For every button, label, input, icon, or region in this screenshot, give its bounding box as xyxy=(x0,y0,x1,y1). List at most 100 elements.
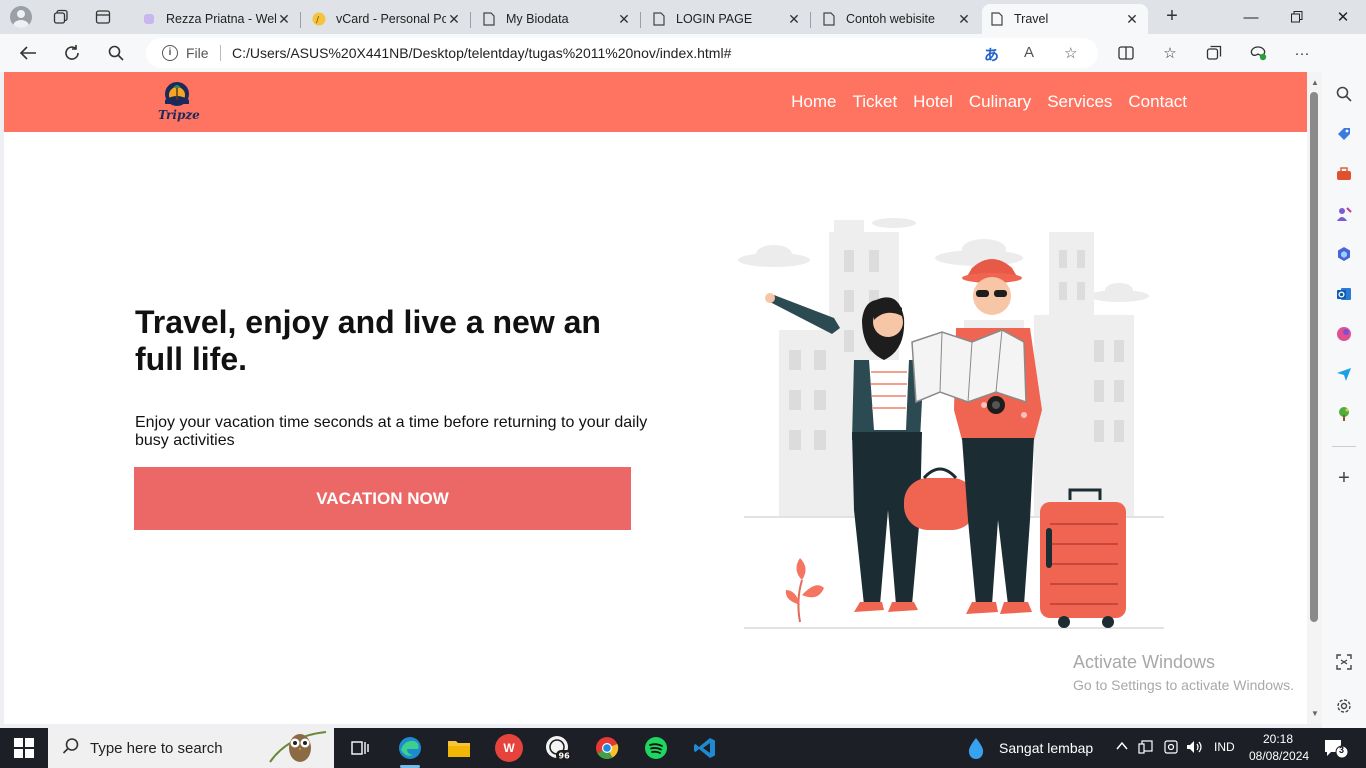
divider xyxy=(220,45,221,61)
document-icon xyxy=(652,12,666,26)
spotify-icon[interactable] xyxy=(642,734,670,762)
profile-avatar-icon[interactable] xyxy=(10,6,32,28)
tab-travel[interactable]: Travel ✕ xyxy=(982,4,1148,34)
tab-contoh-website[interactable]: Contoh webisite ✕ xyxy=(814,4,980,34)
nav-services[interactable]: Services xyxy=(1047,92,1112,112)
refresh-icon[interactable] xyxy=(58,40,86,66)
browser-essentials-icon[interactable] xyxy=(1246,42,1270,64)
edge-browser-icon[interactable] xyxy=(396,734,424,762)
sidebar-settings-gear-icon[interactable] xyxy=(1334,696,1354,716)
tab-title: My Biodata xyxy=(506,12,569,26)
owl-search-highlight-icon xyxy=(268,726,328,768)
tab-rezza-priatna[interactable]: Rezza Priatna - Web ✕ xyxy=(134,4,301,34)
svg-text:Tripzee: Tripzee xyxy=(158,108,200,122)
notifications-icon[interactable] xyxy=(1324,738,1349,761)
sidebar-search-icon[interactable] xyxy=(1334,84,1354,104)
site-navbar: Tripzee Home Ticket Hotel Culinary Servi… xyxy=(4,72,1307,132)
clock-date[interactable]: 08/08/2024 xyxy=(1249,749,1309,763)
nav-home[interactable]: Home xyxy=(791,92,836,112)
tab-vcard[interactable]: / vCard - Personal Po ✕ xyxy=(304,4,471,34)
camera-privacy-icon[interactable] xyxy=(1163,739,1179,758)
watermark-subtitle: Go to Settings to activate Windows. xyxy=(1073,677,1294,693)
weather-status[interactable]: Sangat lembap xyxy=(999,740,1093,756)
info-icon[interactable]: i xyxy=(162,45,178,61)
windows-start-icon[interactable] xyxy=(14,738,34,758)
split-screen-icon[interactable] xyxy=(1114,42,1138,64)
document-icon xyxy=(990,12,1004,26)
read-aloud-icon[interactable]: A xyxy=(1024,44,1034,61)
vertical-tabs-icon[interactable] xyxy=(90,5,116,29)
weather-drop-icon[interactable] xyxy=(966,736,986,763)
workspaces-icon[interactable] xyxy=(48,5,74,29)
favorites-icon[interactable]: ☆ xyxy=(1158,42,1182,64)
task-view-icon[interactable] xyxy=(346,734,374,762)
games-icon[interactable] xyxy=(1334,204,1354,224)
nav-culinary[interactable]: Culinary xyxy=(969,92,1031,112)
document-icon xyxy=(482,12,496,26)
file-explorer-icon[interactable] xyxy=(445,734,473,762)
close-icon[interactable]: ✕ xyxy=(446,11,462,28)
nav-contact[interactable]: Contact xyxy=(1128,92,1187,112)
more-options-icon[interactable]: ··· xyxy=(1290,42,1314,64)
taskbar-search-box[interactable]: Type here to search xyxy=(48,728,334,768)
close-icon[interactable]: ✕ xyxy=(1124,11,1140,28)
scroll-thumb[interactable] xyxy=(1310,92,1318,622)
shopping-tag-icon[interactable] xyxy=(1334,124,1354,144)
sidebar-divider xyxy=(1332,446,1356,447)
tab-login-page[interactable]: LOGIN PAGE ✕ xyxy=(644,4,811,34)
back-arrow-icon[interactable] xyxy=(14,40,42,66)
close-icon[interactable]: ✕ xyxy=(276,11,292,28)
travel-couple-illustration xyxy=(738,218,1164,629)
input-language[interactable]: IND xyxy=(1214,740,1235,754)
minimize-icon[interactable]: — xyxy=(1228,4,1274,30)
close-icon[interactable]: ✕ xyxy=(616,11,632,28)
tab-title: Travel xyxy=(1014,12,1049,26)
tripzee-logo[interactable]: Tripzee xyxy=(154,78,208,124)
tree-icon[interactable] xyxy=(1334,404,1354,424)
chrome-icon[interactable] xyxy=(593,734,621,762)
volume-icon[interactable] xyxy=(1186,739,1204,758)
close-icon[interactable]: ✕ xyxy=(786,11,802,28)
taskbar-search-icon xyxy=(62,737,80,760)
browser-toolbar: i File C:/Users/ASUS%20X441NB/Desktop/te… xyxy=(0,34,1322,72)
add-app-plus-icon[interactable]: + xyxy=(1334,467,1354,489)
url-text[interactable]: C:/Users/ASUS%20X441NB/Desktop/telentday… xyxy=(232,45,731,61)
search-icon[interactable] xyxy=(102,40,130,66)
screenshot-capture-icon[interactable] xyxy=(1334,652,1354,672)
microsoft-365-icon[interactable] xyxy=(1334,244,1354,264)
vacation-now-button[interactable]: VACATION NOW xyxy=(134,467,631,530)
favorite-star-icon[interactable]: ☆ xyxy=(1064,44,1077,62)
tab-title: Rezza Priatna - Web xyxy=(166,12,276,26)
network-icon[interactable] xyxy=(1138,739,1154,758)
site-menu: Home Ticket Hotel Culinary Services Cont… xyxy=(791,92,1187,112)
nav-hotel[interactable]: Hotel xyxy=(913,92,953,112)
show-hidden-icons-chevron-up-icon[interactable] xyxy=(1115,739,1129,756)
clock-time[interactable]: 20:18 xyxy=(1263,732,1293,746)
taskbar-search-placeholder: Type here to search xyxy=(90,739,223,757)
tools-briefcase-icon[interactable] xyxy=(1334,164,1354,184)
page-scrollbar[interactable]: ▲ ▼ xyxy=(1307,72,1322,724)
scheme-label: File xyxy=(186,45,209,61)
whatsapp-icon[interactable]: 96 xyxy=(544,734,572,762)
tab-strip: Rezza Priatna - Web ✕ / vCard - Personal… xyxy=(0,0,1366,34)
new-tab-plus-icon[interactable]: + xyxy=(1160,5,1184,28)
address-bar[interactable]: i File C:/Users/ASUS%20X441NB/Desktop/te… xyxy=(146,38,1098,68)
close-icon[interactable]: ✕ xyxy=(956,11,972,28)
restore-icon[interactable] xyxy=(1274,4,1320,30)
nav-ticket[interactable]: Ticket xyxy=(852,92,897,112)
copilot-designer-icon[interactable] xyxy=(1334,324,1354,344)
outlook-icon[interactable] xyxy=(1334,284,1354,304)
purple-square-icon xyxy=(142,12,156,26)
collections-icon[interactable] xyxy=(1202,42,1226,64)
translate-icon[interactable]: あ xyxy=(984,44,999,65)
scroll-down-arrow-icon[interactable]: ▼ xyxy=(1311,709,1319,718)
scroll-up-arrow-icon[interactable]: ▲ xyxy=(1311,78,1319,87)
hero-title: Travel, enjoy and live a new an full lif… xyxy=(135,304,601,377)
vscode-icon[interactable] xyxy=(691,734,719,762)
send-icon[interactable] xyxy=(1334,364,1354,384)
tab-my-biodata[interactable]: My Biodata ✕ xyxy=(474,4,641,34)
window-close-icon[interactable]: ✕ xyxy=(1320,4,1366,30)
whatsapp-badge-count: 96 xyxy=(559,752,571,761)
vcard-icon: / xyxy=(312,12,326,26)
wps-office-icon[interactable]: W xyxy=(495,734,523,762)
